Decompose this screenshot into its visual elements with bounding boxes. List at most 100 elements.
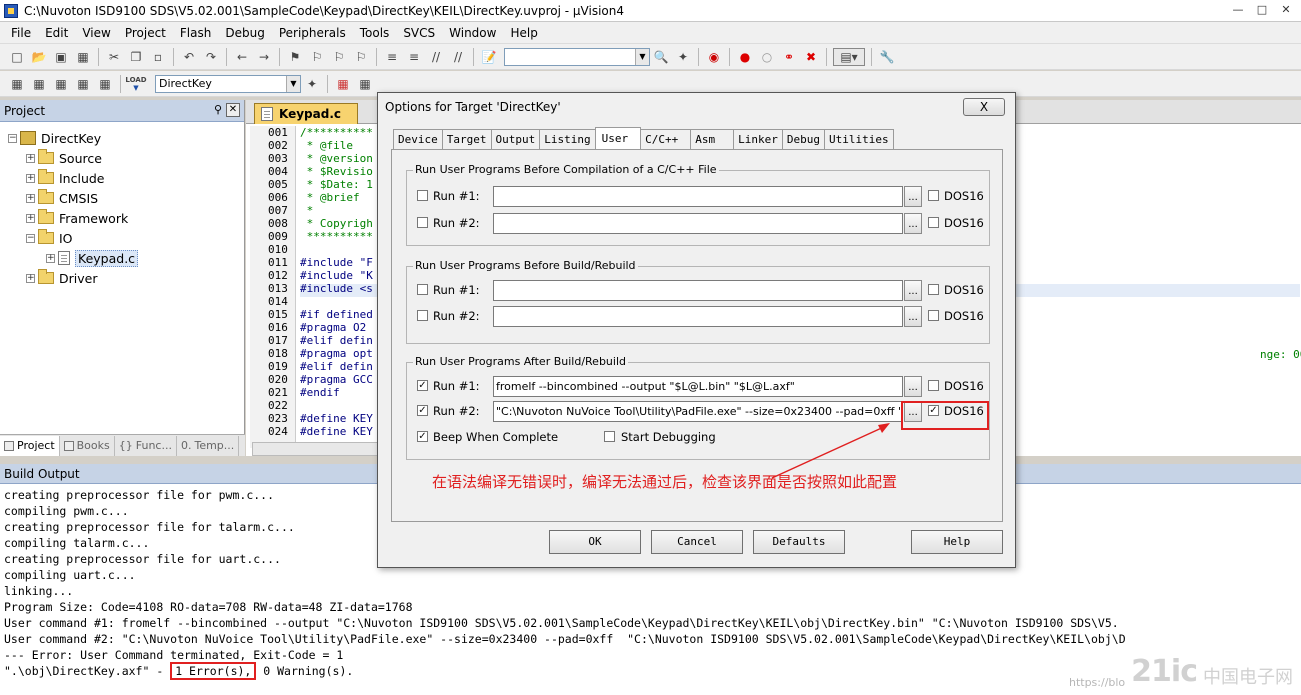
tree-item-include[interactable]: + Include <box>0 168 244 188</box>
run-command-input[interactable] <box>493 305 903 327</box>
run-command-input[interactable] <box>493 212 903 234</box>
bookmark-clear-icon[interactable]: ⚐ <box>352 48 370 66</box>
bookmark-prev-icon[interactable]: ⚐ <box>308 48 326 66</box>
save-all-icon[interactable]: ▦ <box>74 48 92 66</box>
collapse-icon[interactable]: − <box>8 133 17 143</box>
chevron-down-icon[interactable]: ▼ <box>286 75 300 92</box>
defaults-button[interactable]: Defaults <box>753 530 845 554</box>
browse-button[interactable]: ... <box>904 212 922 234</box>
expand-icon[interactable]: + <box>46 253 55 263</box>
find-combo[interactable]: ▼ <box>504 47 650 66</box>
beep-checkbox[interactable]: ✓ <box>417 431 428 442</box>
menu-edit[interactable]: Edit <box>38 26 75 40</box>
tab-templates[interactable]: 0. Temp... <box>177 435 240 456</box>
tab-output[interactable]: Output <box>490 129 541 149</box>
target-options-icon[interactable]: ✦ <box>303 75 321 93</box>
debug-session-icon[interactable]: ◉ <box>705 48 723 66</box>
tab-keypad-c[interactable]: Keypad.c <box>254 103 358 124</box>
configure-icon[interactable]: 🔧 <box>878 48 896 66</box>
dos16-checkbox[interactable] <box>928 217 939 228</box>
run-checkbox[interactable] <box>417 217 428 228</box>
undo-icon[interactable]: ↶ <box>180 48 198 66</box>
menu-debug[interactable]: Debug <box>218 26 271 40</box>
browse-button[interactable]: ... <box>904 305 922 327</box>
tab-listing[interactable]: Listing <box>539 129 596 149</box>
open-file-icon[interactable]: 📂 <box>30 48 48 66</box>
tab-c-cpp[interactable]: C/C++ <box>640 129 692 149</box>
find-icon[interactable]: 🔍 <box>652 48 670 66</box>
tab-books[interactable]: Books <box>60 435 115 456</box>
copy-icon[interactable]: ❐ <box>127 48 145 66</box>
expand-icon[interactable]: + <box>26 153 35 163</box>
insert-breakpoint-icon[interactable]: ● <box>736 48 754 66</box>
tree-item-cmsis[interactable]: + CMSIS <box>0 188 244 208</box>
translate-icon[interactable]: ▦ <box>8 75 26 93</box>
horizontal-scrollbar[interactable] <box>252 442 382 456</box>
tab-debug[interactable]: Debug <box>781 129 825 149</box>
run-checkbox[interactable]: ✓ <box>417 380 428 391</box>
disable-breakpoints-icon[interactable]: ⚭ <box>780 48 798 66</box>
menu-tools[interactable]: Tools <box>353 26 397 40</box>
menu-peripherals[interactable]: Peripherals <box>272 26 353 40</box>
stop-build-icon[interactable]: ▦ <box>96 75 114 93</box>
select-packs-icon[interactable]: ▦ <box>356 75 374 93</box>
window-layout-icon[interactable]: ▤▾ <box>833 47 865 66</box>
tree-item-io[interactable]: − IO <box>0 228 244 248</box>
tree-item-source[interactable]: + Source <box>0 148 244 168</box>
dos16-checkbox[interactable] <box>928 380 939 391</box>
download-load-icon[interactable]: LOAD ▼ <box>125 75 146 93</box>
run-checkbox[interactable] <box>417 190 428 201</box>
menu-window[interactable]: Window <box>442 26 503 40</box>
tab-target[interactable]: Target <box>441 129 492 149</box>
cut-icon[interactable]: ✂ <box>105 48 123 66</box>
dialog-close-button[interactable]: X <box>963 98 1005 116</box>
maximize-icon[interactable]: □ <box>1251 2 1273 18</box>
expand-icon[interactable]: + <box>26 193 35 203</box>
unindent-icon[interactable]: ≡ <box>405 48 423 66</box>
run-checkbox[interactable]: ✓ <box>417 405 428 416</box>
tree-item-driver[interactable]: + Driver <box>0 268 244 288</box>
dos16-checkbox[interactable] <box>928 310 939 321</box>
tree-item-framework[interactable]: + Framework <box>0 208 244 228</box>
run-command-input[interactable]: fromelf --bincombined --output "$L@L.bin… <box>493 375 903 397</box>
new-file-icon[interactable]: □ <box>8 48 26 66</box>
tree-item-root[interactable]: − DirectKey <box>0 128 244 148</box>
collapse-icon[interactable]: − <box>26 233 35 243</box>
pin-icon[interactable]: ⚲ <box>214 103 222 116</box>
help-button[interactable]: Help <box>911 530 1003 554</box>
nav-back-icon[interactable]: ← <box>233 48 251 66</box>
manage-components-icon[interactable]: ▦ <box>334 75 352 93</box>
minimize-icon[interactable]: — <box>1227 2 1249 18</box>
menu-project[interactable]: Project <box>118 26 173 40</box>
run-checkbox[interactable] <box>417 284 428 295</box>
run-checkbox[interactable] <box>417 310 428 321</box>
menu-flash[interactable]: Flash <box>173 26 218 40</box>
incremental-find-icon[interactable]: ✦ <box>674 48 692 66</box>
target-select[interactable]: DirectKey ▼ <box>155 74 301 93</box>
tab-utilities[interactable]: Utilities <box>823 129 894 149</box>
browse-button[interactable]: ... <box>904 375 922 397</box>
batch-build-icon[interactable]: ▦ <box>74 75 92 93</box>
tree-item-keypad-c[interactable]: + Keypad.c <box>0 248 244 268</box>
bookmark-icon[interactable]: ⚑ <box>286 48 304 66</box>
rebuild-icon[interactable]: ▦ <box>52 75 70 93</box>
run-command-input[interactable] <box>493 185 903 207</box>
tab-device[interactable]: Device <box>393 129 443 149</box>
tab-project[interactable]: Project <box>0 435 60 456</box>
chevron-down-icon[interactable]: ▼ <box>635 48 649 65</box>
menu-view[interactable]: View <box>75 26 117 40</box>
close-icon[interactable]: ✕ <box>226 103 240 117</box>
uncomment-icon[interactable]: // <box>449 48 467 66</box>
expand-icon[interactable]: + <box>26 273 35 283</box>
tab-asm[interactable]: Asm <box>690 129 735 149</box>
browse-button[interactable]: ... <box>904 279 922 301</box>
run-command-input[interactable] <box>493 279 903 301</box>
paste-icon[interactable]: ▫ <box>149 48 167 66</box>
dos16-checkbox[interactable] <box>928 190 939 201</box>
tab-linker[interactable]: Linker <box>733 129 783 149</box>
browse-button[interactable]: ... <box>904 185 922 207</box>
start-debugging-checkbox[interactable] <box>604 431 615 442</box>
cancel-button[interactable]: Cancel <box>651 530 743 554</box>
menu-svcs[interactable]: SVCS <box>396 26 442 40</box>
enable-breakpoint-icon[interactable]: ○ <box>758 48 776 66</box>
